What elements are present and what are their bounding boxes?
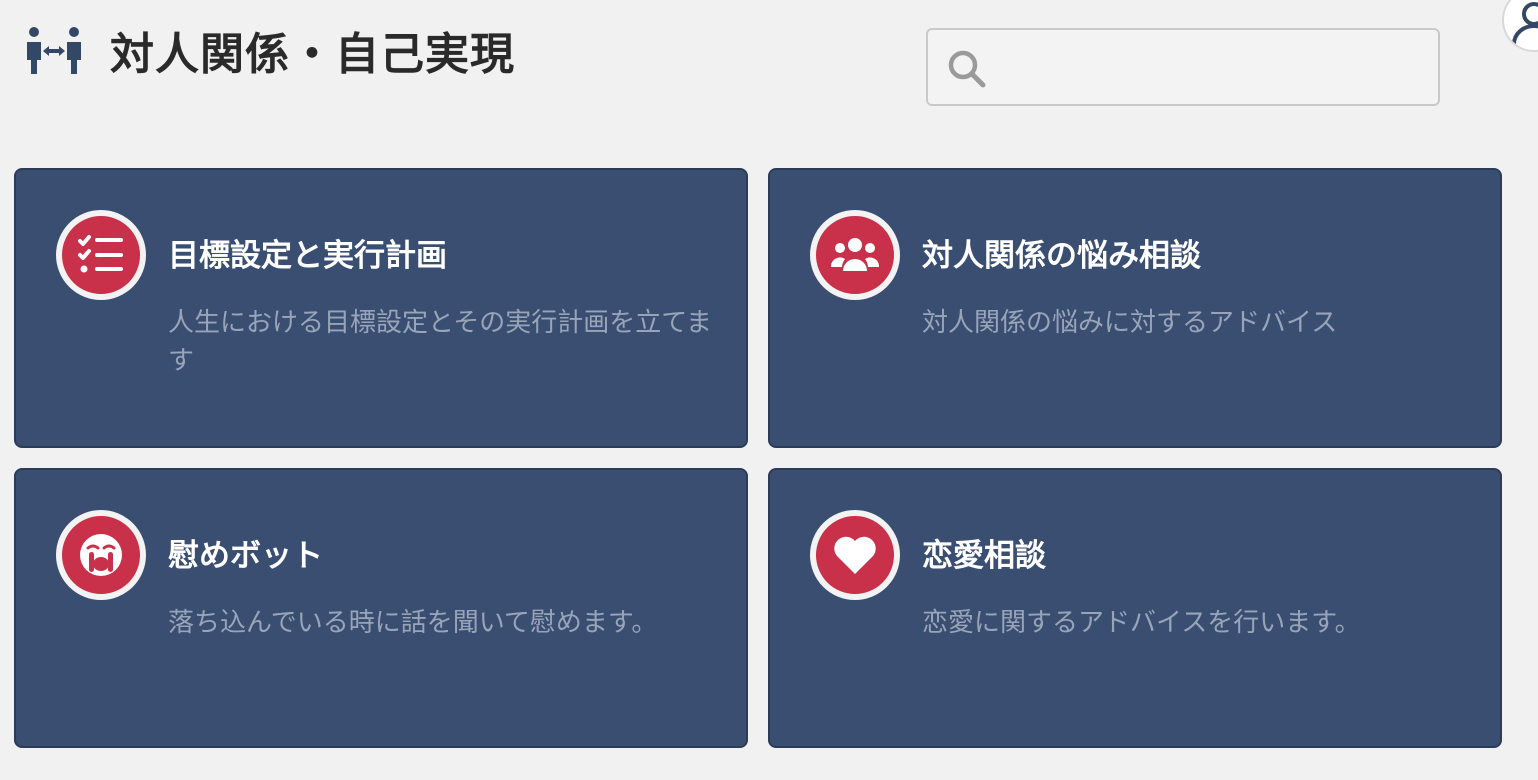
users-icon	[810, 210, 900, 300]
card-title: 目標設定と実行計画	[168, 238, 447, 274]
card-description: 落ち込んでいる時に話を聞いて慰めます。	[168, 608, 658, 638]
search-input[interactable]	[1002, 44, 1426, 94]
card-description: 恋愛に関するアドバイスを行います。	[922, 608, 1361, 638]
search-icon	[946, 48, 988, 90]
card-title: 対人関係の悩み相談	[922, 238, 1201, 274]
card-comfort-bot[interactable]: 慰めボット 落ち込んでいる時に話を聞いて慰めます。	[14, 468, 748, 748]
card-description: 対人関係の悩みに対するアドバイス	[922, 308, 1338, 338]
people-arrows-icon	[24, 24, 84, 76]
search-box[interactable]	[926, 28, 1440, 106]
card-title: 慰めボット	[168, 538, 323, 574]
card-goal-setting[interactable]: 目標設定と実行計画 人生における目標設定とその実行計画を立てます	[14, 168, 748, 448]
card-title: 恋愛相談	[922, 538, 1046, 574]
heart-icon	[810, 510, 900, 600]
user-avatar-icon[interactable]	[1502, 0, 1538, 52]
card-description: 人生における目標設定とその実行計画を立てます	[168, 308, 712, 376]
card-relationship-advice[interactable]: 対人関係の悩み相談 対人関係の悩みに対するアドバイス	[768, 168, 1502, 448]
checklist-icon	[56, 210, 146, 300]
page-title: 対人関係・自己実現	[110, 29, 515, 80]
card-love-advice[interactable]: 恋愛相談 恋愛に関するアドバイスを行います。	[768, 468, 1502, 748]
crying-face-icon	[56, 510, 146, 600]
